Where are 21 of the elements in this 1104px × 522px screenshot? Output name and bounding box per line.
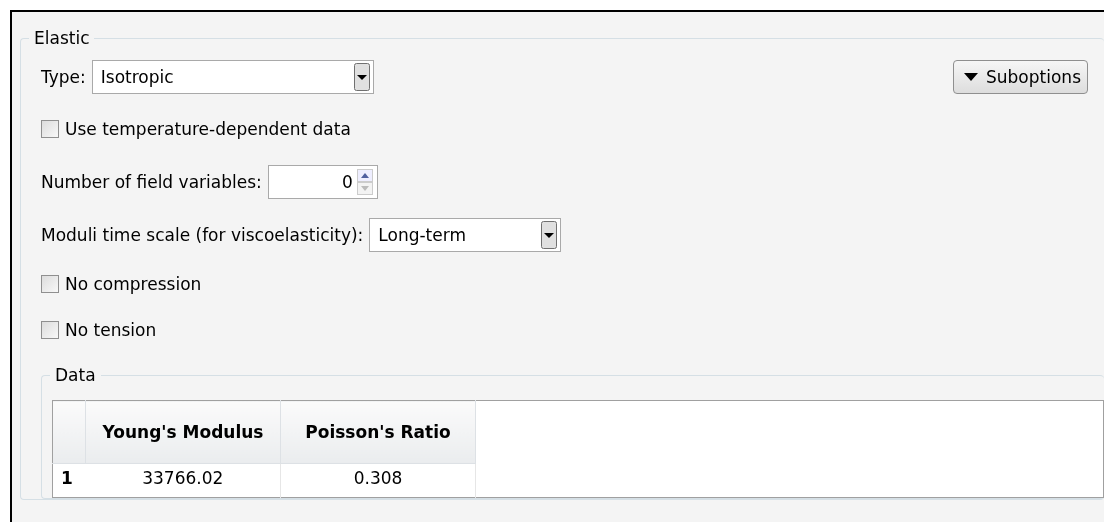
dropdown[interactable]: Isotropic — [91, 60, 374, 94]
column-header[interactable]: Young's Modulus — [85, 400, 281, 464]
field-label: Moduli time scale (for viscoelasticity): — [41, 225, 364, 245]
checkbox-label: No compression — [65, 274, 202, 294]
checkbox[interactable] — [41, 321, 59, 339]
checkbox[interactable] — [41, 275, 59, 293]
checkbox-label: No tension — [65, 320, 157, 340]
checkbox-label: Use temperature-dependent data — [65, 119, 351, 139]
checkbox[interactable] — [41, 120, 59, 138]
table-cell: 0.308 — [280, 463, 476, 498]
column-header[interactable]: Poisson's Ratio — [280, 400, 476, 464]
spin-arrows-icon[interactable] — [356, 169, 373, 195]
spin-field[interactable]: 0 — [267, 165, 378, 199]
suboptions-button[interactable]: Suboptions — [953, 60, 1088, 94]
caret-icon — [964, 73, 978, 81]
field-label: Type: — [41, 67, 86, 87]
dropdown[interactable]: Long-term — [369, 218, 562, 252]
table-cell: 33766.02 — [85, 463, 281, 498]
row-number: 1 — [52, 463, 86, 498]
corner-header — [52, 400, 86, 464]
field-label: Number of field variables: — [41, 172, 262, 192]
